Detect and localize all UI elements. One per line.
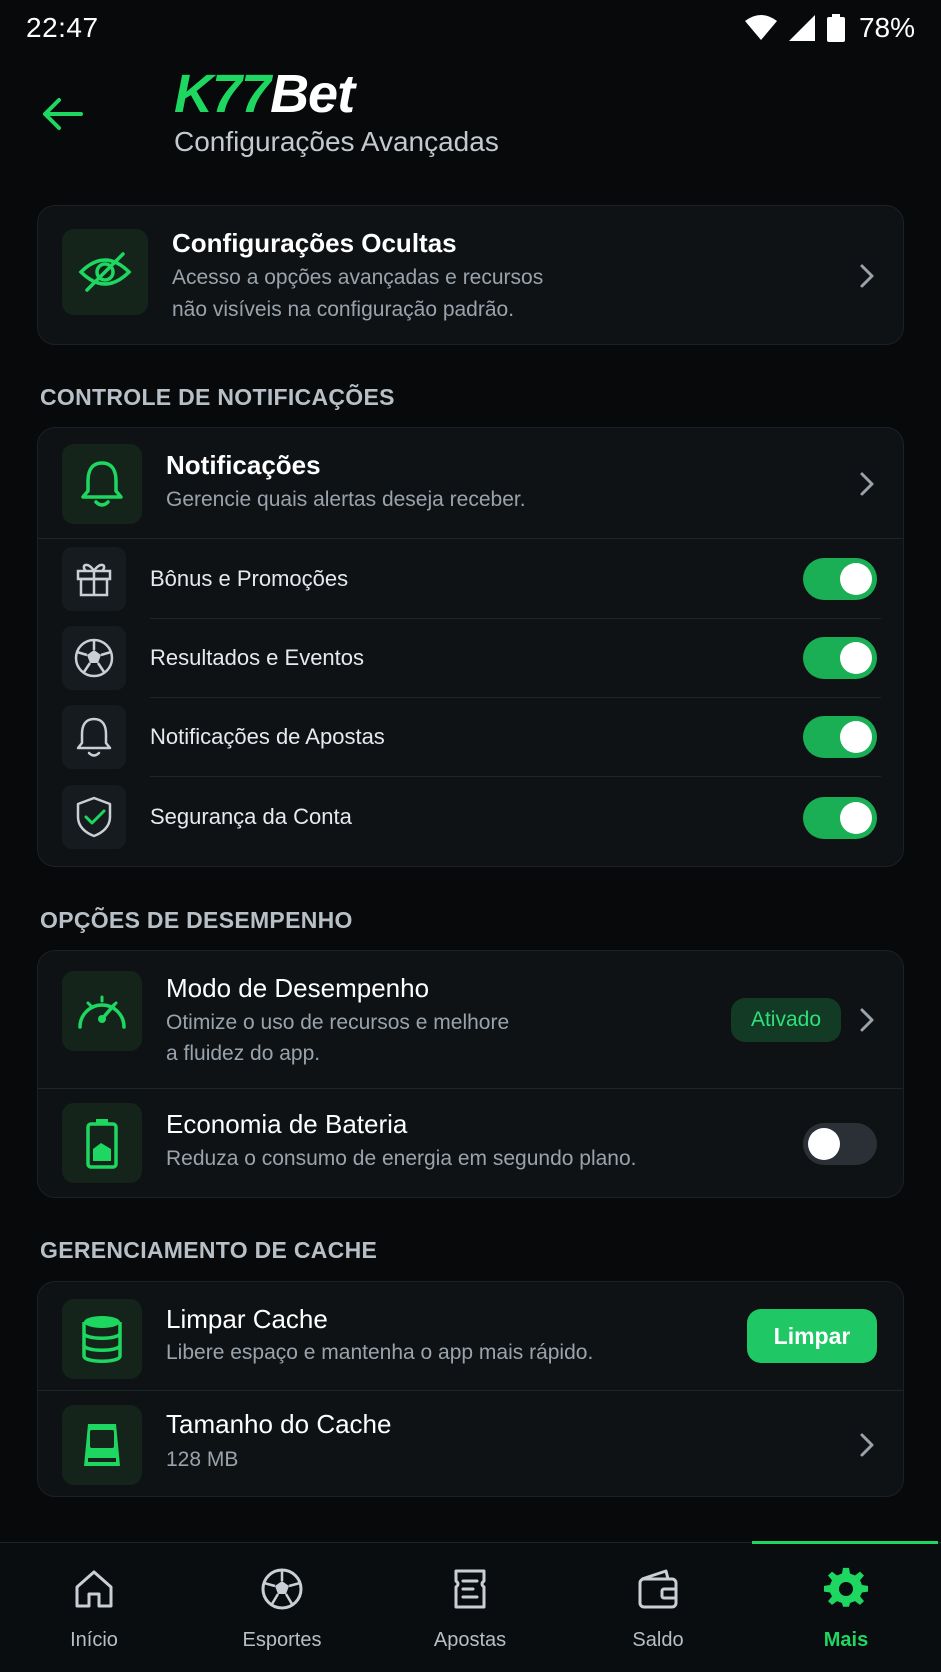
notification-toggle-row: Resultados e Eventos — [38, 619, 903, 697]
clear-cache-subtitle: Libere espaço e mantenha o app mais rápi… — [166, 1341, 594, 1364]
notification-label: Notificações de Apostas — [150, 724, 385, 749]
status-bar: 22:47 78% — [0, 0, 941, 58]
toggle-knob — [840, 721, 872, 753]
soccer-ball-icon — [261, 1568, 303, 1610]
nav-label: Esportes — [242, 1629, 322, 1651]
hidden-settings-title: Configurações Ocultas — [172, 228, 457, 258]
toggle-results[interactable] — [803, 637, 877, 679]
notification-label: Resultados e Eventos — [150, 645, 365, 670]
logo-bet: Bet — [270, 64, 355, 124]
performance-mode-desc-2: a fluidez do app. — [166, 1042, 321, 1065]
brand-logo: K77Bet — [174, 64, 355, 124]
divider — [38, 538, 903, 539]
section-header-performance: OPÇÕES DE DESEMPENHO — [40, 907, 353, 933]
bell-icon — [62, 444, 142, 524]
toggle-account-security[interactable] — [803, 797, 877, 839]
notifications-title: Notificações — [166, 450, 321, 480]
section-header-cache: GERENCIAMENTO DE CACHE — [40, 1237, 378, 1263]
nav-item-saldo[interactable]: Saldo — [564, 1543, 752, 1672]
bell-icon — [62, 705, 126, 769]
nav-item-mais[interactable]: Mais — [752, 1543, 940, 1672]
hidden-settings-desc-2: não visíveis na configuração padrão. — [172, 298, 515, 321]
chevron-right-icon — [860, 1433, 874, 1457]
performance-mode-title: Modo de Desempenho — [166, 973, 430, 1003]
performance-mode-row[interactable]: Modo de Desempenho Otimize o uso de recu… — [38, 951, 903, 1088]
nav-label: Saldo — [632, 1629, 684, 1651]
toggle-battery-saver[interactable] — [803, 1123, 877, 1165]
cache-size-value: 128 MB — [166, 1448, 239, 1471]
toggle-knob — [840, 802, 872, 834]
speedometer-icon — [62, 971, 142, 1051]
battery-percent: 78% — [858, 12, 915, 43]
notification-label: Bônus e Promoções — [150, 566, 349, 591]
nav-label: Apostas — [433, 1629, 507, 1651]
gear-icon — [824, 1567, 868, 1607]
clear-cache-title: Limpar Cache — [166, 1304, 328, 1334]
nav-item-esportes[interactable]: Esportes — [188, 1543, 376, 1672]
clear-cache-button[interactable]: Limpar — [747, 1309, 877, 1363]
wallet-icon — [638, 1569, 678, 1609]
toggle-bonus[interactable] — [803, 558, 877, 600]
wifi-icon — [744, 15, 777, 40]
hidden-settings-desc-1: Acesso a opções avançadas e recursos — [172, 266, 544, 289]
performance-mode-desc-1: Otimize o uso de recursos e melhore — [166, 1011, 510, 1034]
notification-toggle-row: Bônus e Promoções — [38, 540, 903, 618]
battery-icon — [62, 1103, 142, 1183]
chevron-right-icon — [860, 472, 874, 496]
battery-status-icon — [826, 14, 845, 42]
cache-card: Limpar Cache Libere espaço e mantenha o … — [37, 1281, 904, 1497]
soccer-ball-icon — [62, 626, 126, 690]
battery-saver-subtitle: Reduza o consumo de energia em segundo p… — [166, 1147, 637, 1170]
status-badge: Ativado — [730, 998, 841, 1042]
database-icon — [62, 1299, 142, 1379]
notifications-subtitle: Gerencie quais alertas deseja receber. — [166, 488, 526, 511]
notification-label: Segurança da Conta — [150, 804, 352, 829]
home-icon — [75, 1570, 113, 1608]
nav-label: Início — [70, 1629, 118, 1651]
cache-size-row[interactable]: Tamanho do Cache 128 MB — [38, 1391, 903, 1496]
back-button[interactable] — [36, 88, 88, 140]
toggle-knob — [840, 642, 872, 674]
battery-saver-title: Economia de Bateria — [166, 1109, 408, 1139]
notifications-row[interactable]: Notificações Gerencie quais alertas dese… — [38, 428, 903, 538]
storage-drive-icon — [62, 1405, 142, 1485]
page-title: Configurações Avançadas — [174, 126, 499, 157]
status-time: 22:47 — [26, 12, 99, 43]
arrow-left-icon — [43, 98, 83, 130]
section-header-notifications: CONTROLE DE NOTIFICAÇÕES — [40, 384, 395, 410]
nav-label: Mais — [823, 1629, 869, 1651]
nav-item-inicio[interactable]: Início — [0, 1543, 188, 1672]
performance-card: Modo de Desempenho Otimize o uso de recu… — [37, 950, 904, 1198]
ticket-icon — [454, 1569, 486, 1609]
logo-k77: K77 — [174, 64, 271, 124]
notification-toggle-row: Notificações de Apostas — [38, 698, 903, 776]
battery-saver-row: Economia de Bateria Reduza o consumo de … — [38, 1089, 903, 1197]
status-icons: 78% — [744, 12, 915, 44]
bottom-navigation: Início Esportes Apostas Saldo Mais — [0, 1541, 941, 1672]
notification-toggle-row: Segurança da Conta — [38, 777, 903, 857]
toggle-knob — [808, 1128, 840, 1160]
shield-check-icon — [62, 785, 126, 849]
chevron-right-icon — [860, 264, 874, 288]
hidden-settings-card[interactable]: Configurações Ocultas Acesso a opções av… — [37, 205, 904, 345]
chevron-right-icon — [860, 1008, 874, 1032]
eye-slash-icon — [62, 229, 148, 315]
clear-cache-row: Limpar Cache Libere espaço e mantenha o … — [38, 1282, 903, 1390]
toggle-knob — [840, 563, 872, 595]
nav-item-apostas[interactable]: Apostas — [376, 1543, 564, 1672]
toggle-bet-notifications[interactable] — [803, 716, 877, 758]
cell-signal-icon — [788, 15, 815, 41]
cache-size-title: Tamanho do Cache — [166, 1409, 392, 1439]
gift-icon — [62, 547, 126, 611]
notifications-card: Notificações Gerencie quais alertas dese… — [37, 427, 904, 867]
